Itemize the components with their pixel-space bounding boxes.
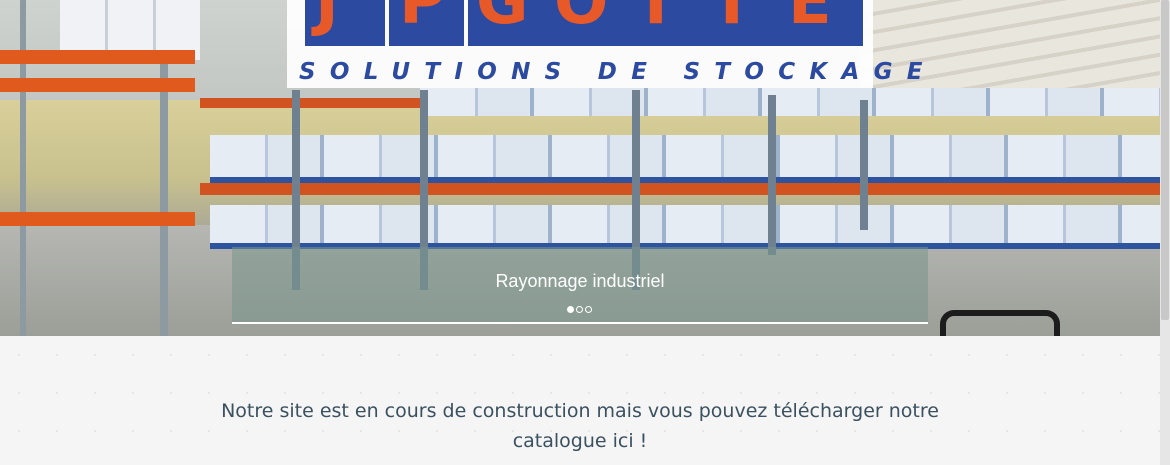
logo-block-1: J: [305, 0, 385, 46]
pallet-row: [420, 88, 1160, 116]
logo-letter: T: [634, 0, 678, 39]
logo-letter: J: [315, 0, 339, 39]
pallet-row: [210, 205, 1160, 243]
construction-notice: Notre site est en cours de construction …: [221, 400, 939, 452]
logo-letter: P: [399, 0, 446, 39]
logo-letter: T: [710, 0, 754, 39]
rack-upright: [860, 100, 868, 230]
slider-dots: [567, 306, 592, 313]
left-beam: [0, 50, 195, 64]
left-beam: [0, 212, 195, 226]
hero-slider: J P G O T T E SOLUTIONS DE STOCKAGE Rayo…: [0, 0, 1160, 336]
logo-letter: G: [476, 0, 529, 39]
logo-letter: O: [554, 0, 609, 39]
forklift: [940, 310, 1060, 336]
slider-dot[interactable]: [576, 306, 583, 313]
rack-upright: [768, 95, 776, 255]
scrollbar-thumb[interactable]: [1161, 0, 1169, 320]
logo-letter: E: [788, 0, 832, 39]
page-scrollbar[interactable]: [1160, 0, 1170, 465]
logo-block-2: P: [389, 0, 464, 46]
slide-caption: Rayonnage industriel: [232, 247, 928, 324]
logo-subtitle: SOLUTIONS DE STOCKAGE: [299, 59, 937, 85]
left-beam: [0, 78, 195, 92]
slide-caption-title: Rayonnage industriel: [495, 271, 665, 291]
slider-dot[interactable]: [585, 306, 592, 313]
pallet-row: [210, 135, 1160, 177]
rack-beam: [200, 183, 1160, 195]
jpgotte-logo[interactable]: J P G O T T E SOLUTIONS DE STOCKAGE: [287, 0, 937, 88]
logo-block-3: G O T T E: [468, 0, 863, 46]
slider-dot[interactable]: [567, 306, 574, 313]
main-content: Notre site est en cours de construction …: [0, 336, 1160, 465]
